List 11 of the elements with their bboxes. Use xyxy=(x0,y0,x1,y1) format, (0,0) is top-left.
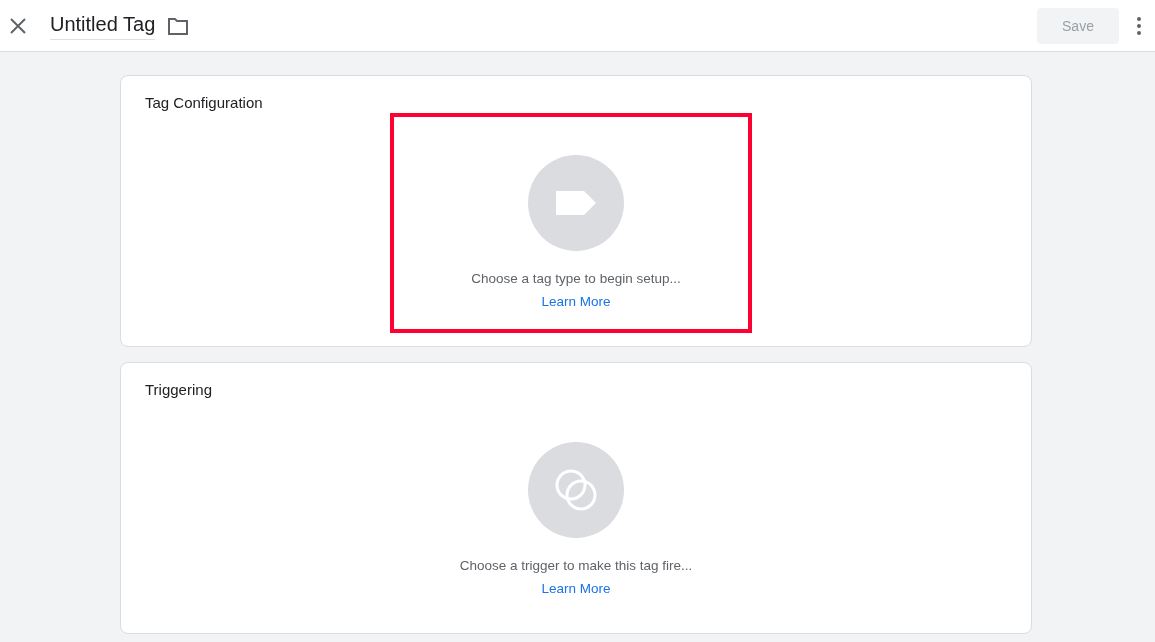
hint-text: Choose a tag type to begin setup... xyxy=(471,271,681,286)
card-title: Triggering xyxy=(145,381,212,398)
learn-more-link[interactable]: Learn More xyxy=(541,294,611,309)
hint-text: Choose a trigger to make this tag fire... xyxy=(459,558,693,573)
overlapping-circles-icon xyxy=(555,469,597,511)
tag-icon xyxy=(556,191,596,215)
card-title: Tag Configuration xyxy=(145,94,263,111)
learn-more-link[interactable]: Learn More xyxy=(541,581,611,596)
close-icon[interactable] xyxy=(8,15,28,36)
more-options-icon[interactable] xyxy=(1137,16,1141,35)
tag-name-field[interactable]: Untitled Tag xyxy=(50,11,156,40)
